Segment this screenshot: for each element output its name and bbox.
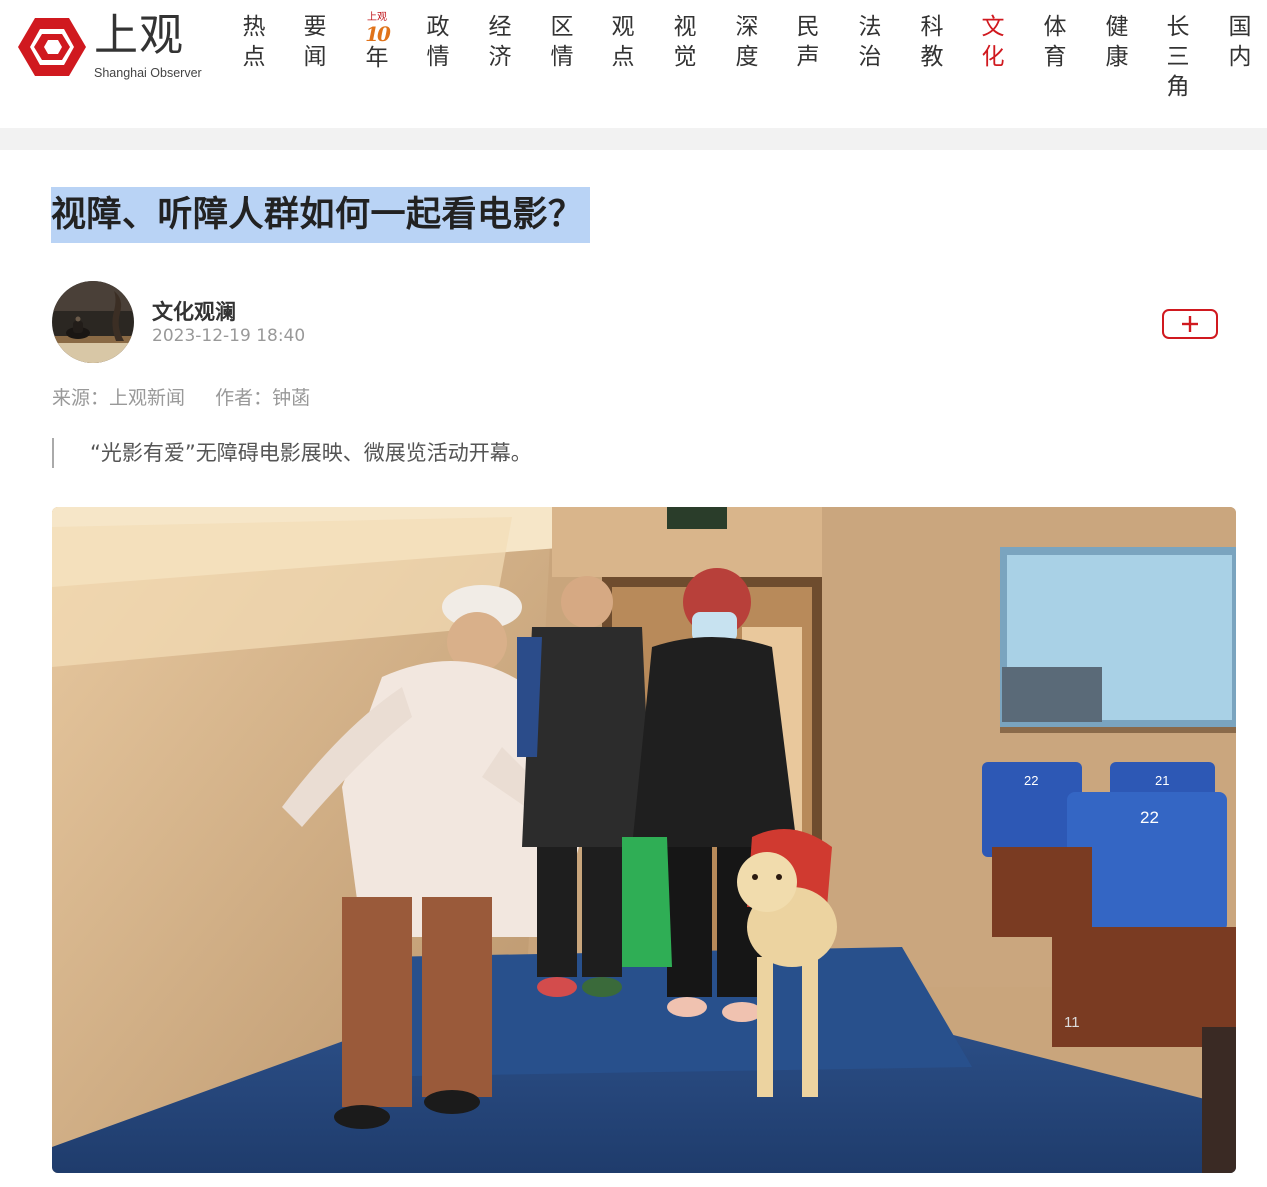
main-nav: 热点 要闻 上观 10 年 政情 经济 区情 观点 视觉 深度 民声 法治 科教… [222,12,1267,112]
anniversary-badge-number: 10 [365,22,391,46]
nav-item-science-edu[interactable]: 科教 [912,12,952,72]
nav-item-yangtze-delta[interactable]: 长三角 [1163,12,1193,102]
nav-item-sports[interactable]: 体育 [1035,12,1075,72]
nav-item-law[interactable]: 法治 [850,12,890,72]
site-header: 上观 Shanghai Observer 热点 要闻 上观 10 年 政情 经济… [0,0,1267,128]
nav-item-economy[interactable]: 经济 [480,12,520,72]
follow-button[interactable] [1162,309,1218,339]
logo-mark-icon [18,18,86,76]
seat-label-22-left: 22 [1024,773,1038,788]
author-avatar[interactable] [52,281,134,363]
article-summary: “光影有爱”无障碍电影展映、微展览活动开幕。 [52,438,532,468]
nav-item-culture[interactable]: 文化 [973,12,1013,72]
author-name[interactable]: 文化观澜 [152,296,236,326]
nav-item-anniversary[interactable]: 上观 10 年 [357,12,397,82]
nav-item-opinion[interactable]: 观点 [603,12,643,72]
logo-name-cn: 上观 [94,10,184,61]
nav-item-domestic[interactable]: 国内 [1220,12,1260,72]
article-writer: 作者：钟菡 [215,387,311,409]
seat-label-11: 11 [1064,1014,1080,1031]
nav-item-headlines[interactable]: 要闻 [295,12,335,72]
plus-icon [1182,316,1198,332]
nav-item-public-voice[interactable]: 民声 [788,12,828,72]
header-divider [0,128,1267,150]
cinema-scene-image: 22 21 22 11 [52,507,1236,1173]
anniversary-label: 年 [365,45,389,71]
article-photo[interactable]: 22 21 22 11 [52,507,1236,1173]
logo-name-en: Shanghai Observer [94,66,202,80]
nav-item-politics[interactable]: 政情 [418,12,458,72]
nav-item-visual[interactable]: 视觉 [665,12,705,72]
seat-label-22-front: 22 [1140,808,1159,827]
publish-time: 2023-12-19 18:40 [152,326,306,346]
nav-item-health[interactable]: 健康 [1097,12,1137,72]
page: 上观 Shanghai Observer 热点 要闻 上观 10 年 政情 经济… [0,0,1267,1187]
author-avatar-image [52,281,134,363]
article-source: 来源：上观新闻 [52,387,186,409]
nav-item-districts[interactable]: 区情 [542,12,582,72]
nav-item-hotspot[interactable]: 热点 [234,12,274,72]
nav-item-depth[interactable]: 深度 [727,12,767,72]
site-logo[interactable]: 上观 Shanghai Observer [18,10,208,84]
title-selection-highlight: 视障、听障人群如何一起看电影？ [51,187,590,243]
article-meta: 来源：上观新闻 作者：钟菡 [52,383,310,410]
seat-label-21: 21 [1155,773,1169,788]
article-title[interactable]: 视障、听障人群如何一起看电影？ [51,187,584,243]
